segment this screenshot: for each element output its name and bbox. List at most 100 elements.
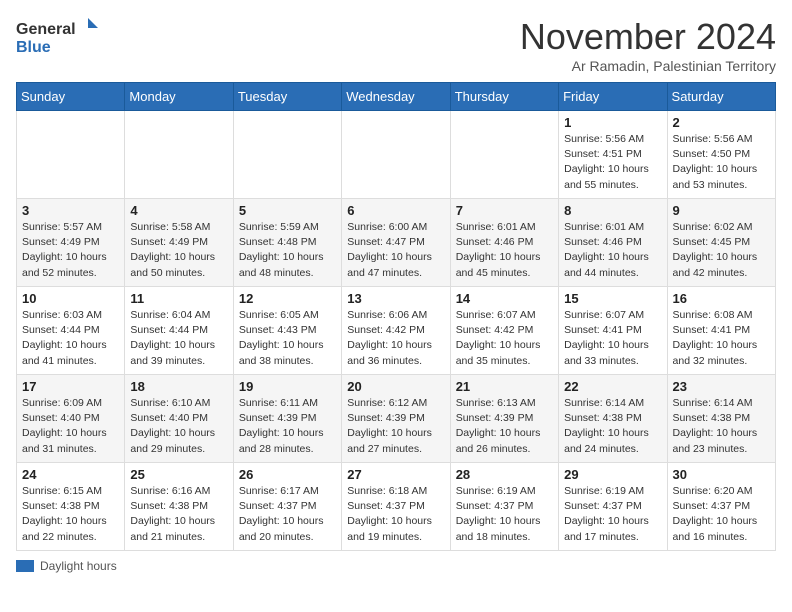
day-info: Sunrise: 6:15 AM Sunset: 4:38 PM Dayligh… [22, 484, 119, 545]
day-info: Sunrise: 6:06 AM Sunset: 4:42 PM Dayligh… [347, 308, 444, 369]
day-cell: 19 Sunrise: 6:11 AM Sunset: 4:39 PM Dayli… [233, 375, 341, 463]
day-cell: 8 Sunrise: 6:01 AM Sunset: 4:46 PM Daylig… [559, 199, 667, 287]
column-header-tuesday: Tuesday [233, 83, 341, 111]
day-info: Sunrise: 6:02 AM Sunset: 4:45 PM Dayligh… [673, 220, 770, 281]
day-number: 24 [22, 467, 119, 482]
day-cell: 17 Sunrise: 6:09 AM Sunset: 4:40 PM Dayli… [17, 375, 125, 463]
day-number: 16 [673, 291, 770, 306]
day-number: 6 [347, 203, 444, 218]
calendar-header-row: SundayMondayTuesdayWednesdayThursdayFrid… [17, 83, 776, 111]
day-number: 17 [22, 379, 119, 394]
logo-svg: GeneralBlue [16, 16, 106, 56]
week-row-4: 17 Sunrise: 6:09 AM Sunset: 4:40 PM Dayli… [17, 375, 776, 463]
day-cell: 13Sunrise: 6:06 AM Sunset: 4:42 PM Dayli… [342, 287, 450, 375]
day-number: 2 [673, 115, 770, 130]
day-number: 27 [347, 467, 444, 482]
day-number: 3 [22, 203, 119, 218]
column-header-saturday: Saturday [667, 83, 775, 111]
day-cell: 3 Sunrise: 5:57 AM Sunset: 4:49 PM Daylig… [17, 199, 125, 287]
day-cell: 25Sunrise: 6:16 AM Sunset: 4:38 PM Dayli… [125, 463, 233, 551]
column-header-monday: Monday [125, 83, 233, 111]
week-row-5: 24 Sunrise: 6:15 AM Sunset: 4:38 PM Dayli… [17, 463, 776, 551]
day-number: 15 [564, 291, 661, 306]
day-cell: 29 Sunrise: 6:19 AM Sunset: 4:37 PM Dayli… [559, 463, 667, 551]
day-number: 26 [239, 467, 336, 482]
day-number: 28 [456, 467, 553, 482]
title-section: November 2024 Ar Ramadin, Palestinian Te… [520, 16, 776, 74]
day-info: Sunrise: 6:07 AM Sunset: 4:42 PM Dayligh… [456, 308, 553, 369]
day-number: 21 [456, 379, 553, 394]
day-info: Sunrise: 6:03 AM Sunset: 4:44 PM Dayligh… [22, 308, 119, 369]
day-info: Sunrise: 6:20 AM Sunset: 4:37 PM Dayligh… [673, 484, 770, 545]
day-info: Sunrise: 6:07 AM Sunset: 4:41 PM Dayligh… [564, 308, 661, 369]
day-number: 30 [673, 467, 770, 482]
day-cell: 20Sunrise: 6:12 AM Sunset: 4:39 PM Dayli… [342, 375, 450, 463]
day-cell: 14 Sunrise: 6:07 AM Sunset: 4:42 PM Dayli… [450, 287, 558, 375]
day-cell [342, 111, 450, 199]
column-header-friday: Friday [559, 83, 667, 111]
day-cell: 24 Sunrise: 6:15 AM Sunset: 4:38 PM Dayli… [17, 463, 125, 551]
day-cell: 7Sunrise: 6:01 AM Sunset: 4:46 PM Daylig… [450, 199, 558, 287]
day-number: 19 [239, 379, 336, 394]
day-cell: 2Sunrise: 5:56 AM Sunset: 4:50 PM Daylig… [667, 111, 775, 199]
svg-text:General: General [16, 21, 76, 38]
week-row-1: 1Sunrise: 5:56 AM Sunset: 4:51 PM Daylig… [17, 111, 776, 199]
day-number: 4 [130, 203, 227, 218]
day-cell: 26 Sunrise: 6:17 AM Sunset: 4:37 PM Dayli… [233, 463, 341, 551]
day-cell: 30 Sunrise: 6:20 AM Sunset: 4:37 PM Dayli… [667, 463, 775, 551]
day-info: Sunrise: 6:13 AM Sunset: 4:39 PM Dayligh… [456, 396, 553, 457]
day-number: 29 [564, 467, 661, 482]
day-info: Sunrise: 6:19 AM Sunset: 4:37 PM Dayligh… [456, 484, 553, 545]
day-number: 9 [673, 203, 770, 218]
legend: Daylight hours [16, 559, 776, 573]
day-info: Sunrise: 6:16 AM Sunset: 4:38 PM Dayligh… [130, 484, 227, 545]
header: GeneralBlue November 2024 Ar Ramadin, Pa… [16, 16, 776, 74]
legend-bar [16, 560, 34, 572]
logo: GeneralBlue [16, 16, 106, 56]
week-row-2: 3 Sunrise: 5:57 AM Sunset: 4:49 PM Daylig… [17, 199, 776, 287]
day-cell: 4 Sunrise: 5:58 AM Sunset: 4:49 PM Daylig… [125, 199, 233, 287]
day-cell: 16 Sunrise: 6:08 AM Sunset: 4:41 PM Dayli… [667, 287, 775, 375]
week-row-3: 10 Sunrise: 6:03 AM Sunset: 4:44 PM Dayli… [17, 287, 776, 375]
day-info: Sunrise: 6:00 AM Sunset: 4:47 PM Dayligh… [347, 220, 444, 281]
day-info: Sunrise: 6:10 AM Sunset: 4:40 PM Dayligh… [130, 396, 227, 457]
day-number: 10 [22, 291, 119, 306]
day-number: 23 [673, 379, 770, 394]
day-info: Sunrise: 6:14 AM Sunset: 4:38 PM Dayligh… [564, 396, 661, 457]
day-cell: 9 Sunrise: 6:02 AM Sunset: 4:45 PM Daylig… [667, 199, 775, 287]
day-number: 5 [239, 203, 336, 218]
day-info: Sunrise: 6:11 AM Sunset: 4:39 PM Dayligh… [239, 396, 336, 457]
day-info: Sunrise: 6:19 AM Sunset: 4:37 PM Dayligh… [564, 484, 661, 545]
day-info: Sunrise: 6:09 AM Sunset: 4:40 PM Dayligh… [22, 396, 119, 457]
day-info: Sunrise: 6:08 AM Sunset: 4:41 PM Dayligh… [673, 308, 770, 369]
legend-label: Daylight hours [40, 559, 117, 573]
day-info: Sunrise: 6:04 AM Sunset: 4:44 PM Dayligh… [130, 308, 227, 369]
day-cell: 5 Sunrise: 5:59 AM Sunset: 4:48 PM Daylig… [233, 199, 341, 287]
day-cell: 12Sunrise: 6:05 AM Sunset: 4:43 PM Dayli… [233, 287, 341, 375]
column-header-wednesday: Wednesday [342, 83, 450, 111]
column-header-thursday: Thursday [450, 83, 558, 111]
day-info: Sunrise: 5:56 AM Sunset: 4:51 PM Dayligh… [564, 132, 661, 193]
day-info: Sunrise: 5:57 AM Sunset: 4:49 PM Dayligh… [22, 220, 119, 281]
day-number: 22 [564, 379, 661, 394]
day-info: Sunrise: 6:17 AM Sunset: 4:37 PM Dayligh… [239, 484, 336, 545]
day-number: 8 [564, 203, 661, 218]
day-info: Sunrise: 6:14 AM Sunset: 4:38 PM Dayligh… [673, 396, 770, 457]
day-number: 14 [456, 291, 553, 306]
day-cell: 11Sunrise: 6:04 AM Sunset: 4:44 PM Dayli… [125, 287, 233, 375]
day-number: 7 [456, 203, 553, 218]
day-info: Sunrise: 5:58 AM Sunset: 4:49 PM Dayligh… [130, 220, 227, 281]
day-info: Sunrise: 6:18 AM Sunset: 4:37 PM Dayligh… [347, 484, 444, 545]
day-cell: 27 Sunrise: 6:18 AM Sunset: 4:37 PM Dayli… [342, 463, 450, 551]
column-header-sunday: Sunday [17, 83, 125, 111]
day-number: 20 [347, 379, 444, 394]
day-cell: 15 Sunrise: 6:07 AM Sunset: 4:41 PM Dayli… [559, 287, 667, 375]
day-info: Sunrise: 6:01 AM Sunset: 4:46 PM Dayligh… [564, 220, 661, 281]
day-cell [17, 111, 125, 199]
day-cell: 23 Sunrise: 6:14 AM Sunset: 4:38 PM Dayli… [667, 375, 775, 463]
calendar-table: SundayMondayTuesdayWednesdayThursdayFrid… [16, 82, 776, 551]
day-info: Sunrise: 5:59 AM Sunset: 4:48 PM Dayligh… [239, 220, 336, 281]
day-cell [450, 111, 558, 199]
day-cell [233, 111, 341, 199]
day-number: 18 [130, 379, 227, 394]
